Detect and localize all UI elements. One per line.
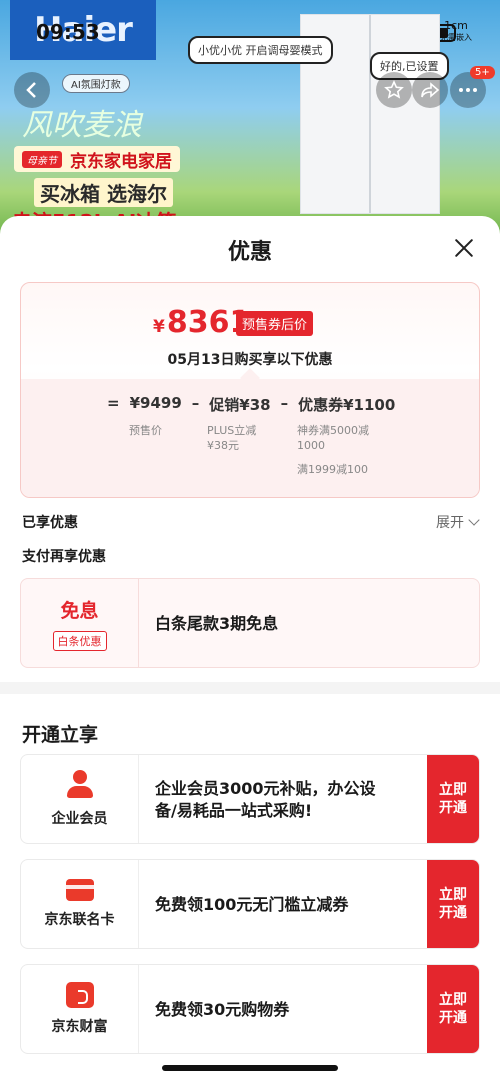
presale-label: 预售价 bbox=[129, 424, 162, 437]
open-now-button[interactable]: 立即开通 bbox=[427, 860, 479, 948]
offer-card-finance[interactable]: 京东财富 免费领30元购物券 立即开通 bbox=[20, 964, 480, 1054]
discount-sheet: 优惠 ¥ 8361 预售券后价 05月13日购买享以下优惠 = ¥9499 – … bbox=[0, 216, 500, 1081]
product-banner: Haier 09:53 1cm 无需嵌入 小优小优 开启调母婴模式 好的,已设置… bbox=[0, 0, 500, 240]
share-button[interactable] bbox=[412, 72, 448, 108]
offer-label: 京东联名卡 bbox=[44, 912, 115, 928]
share-icon bbox=[421, 82, 440, 98]
expand-button[interactable]: 展开 bbox=[436, 512, 480, 532]
enjoyed-discounts-label: 已享优惠 bbox=[22, 515, 78, 531]
wallet-icon bbox=[65, 982, 94, 1008]
chevron-down-icon bbox=[468, 514, 480, 526]
price-tag: 预售券后价 bbox=[236, 311, 314, 336]
offer-desc: 免费领30元购物券 bbox=[155, 1000, 290, 1019]
speech-bubble-left: 小优小优 开启调母婴模式 bbox=[188, 36, 333, 64]
price-formula: = ¥9499 – 促销¥38 – 优惠券¥1100 bbox=[107, 394, 396, 414]
open-now-button[interactable]: 立即开通 bbox=[427, 755, 479, 843]
offer-card-cobrand[interactable]: 京东联名卡 免费领100元无门槛立减券 立即开通 bbox=[20, 859, 480, 949]
credit-card-icon bbox=[65, 879, 94, 901]
close-icon[interactable] bbox=[452, 236, 476, 260]
star-icon bbox=[384, 80, 404, 99]
interest-free-desc: 白条尾款3期免息 bbox=[155, 614, 279, 633]
offer-card-enterprise[interactable]: 企业会员 企业会员3000元补贴，办公设 备/易耗品一站式采购! 立即开通 bbox=[20, 754, 480, 844]
open-now-button[interactable]: 立即开通 bbox=[427, 965, 479, 1053]
promo-label: PLUS立减 ¥38元 bbox=[207, 424, 257, 452]
promo-tag: 母亲节 bbox=[22, 150, 62, 168]
section-divider bbox=[0, 682, 500, 694]
offer-label: 京东财富 bbox=[51, 1019, 108, 1035]
home-indicator[interactable] bbox=[162, 1065, 338, 1071]
coupon-label: 神券满5000减 1000 满1999减100 bbox=[297, 424, 369, 476]
offer-desc: 免费领100元无门槛立减券 bbox=[155, 895, 349, 914]
offer-desc: 企业会员3000元补贴，办公设 备/易耗品一站式采购! bbox=[155, 779, 376, 820]
offer-label: 企业会员 bbox=[51, 811, 108, 827]
ai-light-pill: AI氛围灯款 bbox=[62, 74, 130, 93]
price-subtitle: 05月13日购买享以下优惠 bbox=[167, 352, 333, 368]
price-breakdown: = ¥9499 – 促销¥38 – 优惠券¥1100 预售价 PLUS立减 ¥3… bbox=[21, 379, 479, 497]
favorite-button[interactable] bbox=[376, 72, 412, 108]
pay-more-label: 支付再享优惠 bbox=[22, 549, 106, 565]
status-time: 09:53 bbox=[36, 20, 100, 44]
sheet-title: 优惠 bbox=[227, 240, 272, 265]
promo-line-2: 买冰箱 选海尔 bbox=[34, 178, 173, 207]
interest-free-card[interactable]: 免息 白条优惠 白条尾款3期免息 bbox=[20, 578, 480, 668]
promo-text: 京东家电家居 bbox=[70, 151, 172, 172]
price-card: ¥ 8361 预售券后价 05月13日购买享以下优惠 = ¥9499 – 促销¥… bbox=[20, 282, 480, 498]
slogan-text: 风吹麦浪 bbox=[22, 108, 142, 143]
promo-strip: 母亲节 京东家电家居 bbox=[14, 146, 180, 172]
cart-count-badge: 5+ bbox=[470, 66, 495, 79]
chevron-left-icon bbox=[26, 82, 36, 98]
open-enjoy-title: 开通立享 bbox=[22, 724, 99, 746]
size-badge: 1cm 无需嵌入 bbox=[440, 19, 472, 43]
person-icon bbox=[66, 770, 94, 800]
more-dots-icon bbox=[459, 88, 477, 92]
interest-free-badge: 免息 白条优惠 bbox=[21, 579, 139, 667]
